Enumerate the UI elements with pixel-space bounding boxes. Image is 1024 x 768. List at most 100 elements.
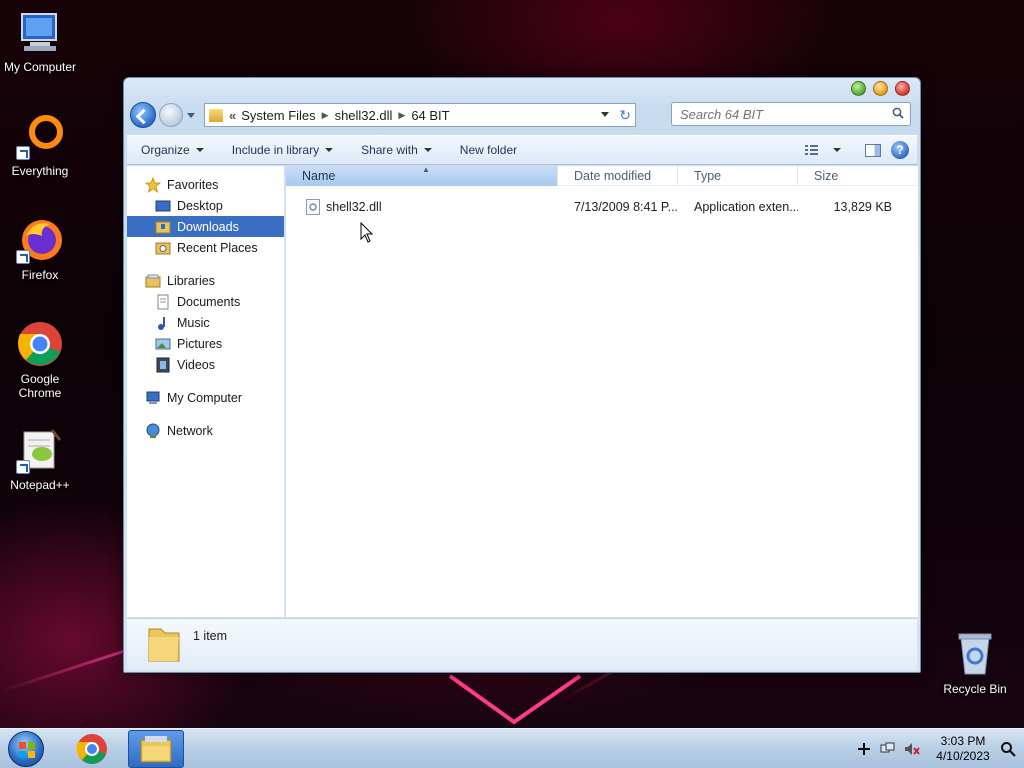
back-button[interactable]: [130, 102, 156, 128]
nav-item-label: Network: [167, 423, 213, 438]
nav-item-libraries[interactable]: Libraries: [127, 270, 284, 291]
volume-muted-icon[interactable]: [904, 741, 920, 757]
network-status-icon[interactable]: [880, 741, 896, 757]
clock-time: 3:03 PM: [940, 733, 986, 748]
details-pane: 1 item: [127, 618, 917, 670]
file-size: 13,829 KB: [833, 200, 892, 214]
organize-label: Organize: [141, 143, 190, 157]
minimize-button[interactable]: [851, 81, 866, 96]
nav-item-label: Recent Places: [177, 240, 258, 255]
column-header-size[interactable]: Size: [798, 166, 916, 186]
nav-item-label: Documents: [177, 294, 241, 309]
file-name-cell: shell32.dll: [286, 199, 558, 215]
desktop-icon-label: My Computer: [3, 60, 77, 74]
refresh-icon[interactable]: ↻: [619, 107, 631, 124]
desktop-icon-google-chrome[interactable]: Google Chrome: [0, 320, 80, 400]
preview-pane-icon[interactable]: [865, 143, 881, 157]
file-row[interactable]: shell32.dll 7/13/2009 8:41 P... Applicat…: [286, 196, 918, 218]
command-bar: Organize Include in library Share with N…: [127, 135, 917, 165]
file-list-pane[interactable]: ▲ Name Date modified Type Size shell32.d…: [286, 164, 918, 617]
column-header-name[interactable]: ▲ Name: [286, 164, 558, 186]
nav-item-label: Downloads: [177, 219, 239, 234]
column-header-row: ▲ Name Date modified Type Size: [286, 164, 918, 186]
nav-item-my-computer[interactable]: My Computer: [127, 387, 284, 408]
network-icon: [145, 423, 161, 439]
chrome-icon: [16, 320, 64, 368]
documents-icon: [155, 294, 171, 310]
desktop-icon-recycle-bin[interactable]: Recycle Bin: [935, 630, 1015, 696]
view-options-chevron-icon[interactable]: [833, 148, 841, 152]
nav-item-downloads[interactable]: Downloads: [127, 216, 284, 237]
libraries-icon: [145, 273, 161, 289]
taskbar-chrome-button[interactable]: [64, 730, 120, 768]
address-history-dropdown[interactable]: [601, 112, 609, 117]
column-header-label: Size: [814, 168, 839, 183]
nav-item-music[interactable]: Music: [127, 312, 284, 333]
everything-icon: [16, 112, 64, 160]
desktop-icon-notepad-plus-plus[interactable]: Notepad++: [0, 426, 80, 492]
chevron-down-icon: [195, 148, 204, 152]
file-name: shell32.dll: [326, 200, 382, 214]
desktop-icon-firefox[interactable]: Firefox: [0, 216, 80, 282]
breadcrumb-separator-icon[interactable]: ▶: [398, 110, 405, 121]
close-button[interactable]: [895, 81, 910, 96]
window-caption-buttons: [851, 81, 910, 96]
breadcrumb-segment-system-files[interactable]: System Files: [241, 108, 315, 123]
forward-button[interactable]: [159, 103, 183, 127]
desktop-icon-label: Firefox: [21, 268, 59, 282]
sort-ascending-icon: ▲: [422, 164, 430, 174]
new-folder-button[interactable]: New folder: [446, 136, 531, 164]
change-view-icon[interactable]: [805, 144, 823, 156]
desktop-icon-my-computer[interactable]: My Computer: [0, 8, 80, 74]
search-input[interactable]: [680, 106, 880, 122]
include-in-library-label: Include in library: [231, 143, 320, 157]
desktop-icon: [155, 198, 171, 214]
search-icon[interactable]: [1000, 741, 1016, 757]
organize-button[interactable]: Organize: [127, 136, 218, 164]
shortcut-arrow-icon: [16, 460, 30, 474]
show-hidden-icons-icon[interactable]: [856, 741, 872, 757]
desktop-icon-everything[interactable]: Everything: [0, 112, 80, 178]
share-with-label: Share with: [361, 143, 418, 157]
help-icon[interactable]: ?: [891, 141, 909, 159]
share-with-button[interactable]: Share with: [347, 136, 446, 164]
nav-item-favorites[interactable]: Favorites: [127, 174, 284, 195]
downloads-folder-icon: [155, 219, 171, 235]
nav-item-label: Pictures: [177, 336, 223, 351]
nav-item-recent-places[interactable]: Recent Places: [127, 237, 284, 258]
nav-item-label: Libraries: [167, 273, 215, 288]
maximize-button[interactable]: [873, 81, 888, 96]
breadcrumb-separator-icon[interactable]: ▶: [322, 110, 329, 121]
breadcrumb-segment-64-bit[interactable]: 64 BIT: [411, 108, 449, 123]
nav-item-label: Favorites: [167, 177, 219, 192]
desktop-icon-label: Recycle Bin: [943, 682, 1007, 696]
system-clock[interactable]: 3:03 PM 4/10/2023: [928, 734, 998, 764]
include-in-library-button[interactable]: Include in library: [218, 136, 347, 164]
nav-item-label: Music: [177, 315, 210, 330]
address-overflow-chevron[interactable]: «: [229, 108, 236, 123]
nav-item-documents[interactable]: Documents: [127, 291, 284, 312]
firefox-icon: [16, 216, 64, 264]
taskbar-explorer-button[interactable]: [128, 729, 184, 768]
nav-item-network[interactable]: Network: [127, 420, 284, 441]
column-header-label: Type: [694, 168, 722, 183]
new-folder-label: New folder: [459, 143, 518, 157]
recent-pages-dropdown[interactable]: [186, 110, 196, 120]
item-count-text: 1 item: [193, 629, 228, 643]
start-button[interactable]: [8, 730, 44, 767]
search-box[interactable]: [671, 102, 911, 126]
nav-item-desktop[interactable]: Desktop: [127, 195, 284, 216]
videos-icon: [155, 357, 171, 373]
nav-item-pictures[interactable]: Pictures: [127, 333, 284, 354]
desktop-icon-label: Everything: [11, 164, 69, 178]
nav-item-videos[interactable]: Videos: [127, 354, 284, 375]
recent-places-icon: [155, 240, 171, 256]
search-icon[interactable]: [892, 107, 904, 119]
address-bar[interactable]: « System Files ▶ shell32.dll ▶ 64 BIT ↻: [204, 103, 636, 127]
folder-icon: [147, 625, 181, 663]
navigation-pane: Favorites Desktop Downloads Recent Place…: [127, 166, 285, 617]
column-header-type[interactable]: Type: [678, 165, 798, 186]
explorer-window[interactable]: « System Files ▶ shell32.dll ▶ 64 BIT ↻ …: [123, 77, 921, 673]
column-header-date-modified[interactable]: Date modified: [558, 165, 678, 186]
breadcrumb-segment-shell32[interactable]: shell32.dll: [335, 108, 393, 123]
